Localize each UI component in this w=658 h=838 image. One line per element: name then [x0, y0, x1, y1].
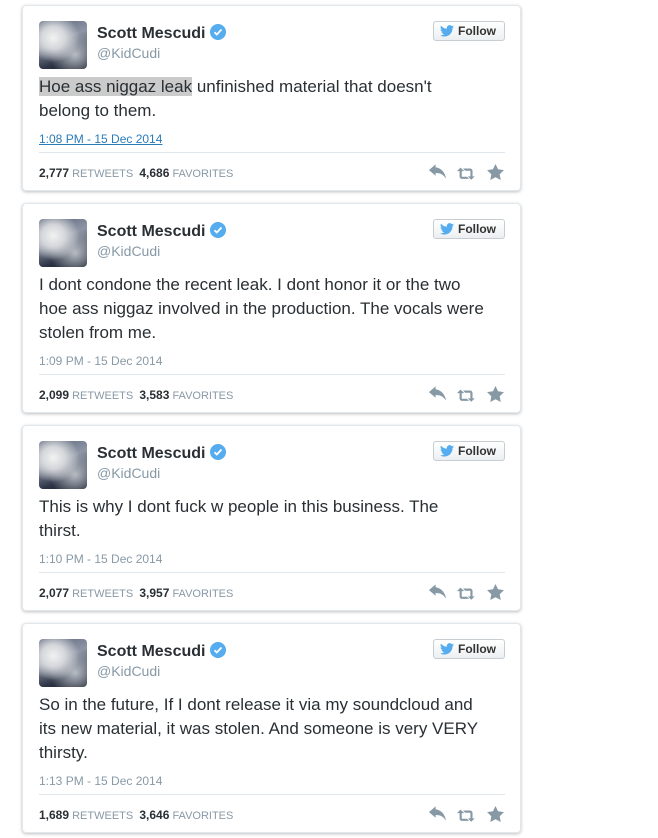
timestamp-link[interactable]: 1:13 PM - 15 Dec 2014 — [39, 774, 162, 788]
retweet-count[interactable]: 2,099 — [39, 388, 69, 402]
retweet-count[interactable]: 2,077 — [39, 586, 69, 600]
follow-button[interactable]: Follow — [433, 441, 505, 461]
verified-badge-icon — [210, 222, 227, 238]
author-handle[interactable]: @KidCudi — [97, 465, 160, 481]
avatar[interactable] — [39, 639, 87, 687]
tweet-stats: 1,689 RETWEETS 3,646 FAVORITES — [39, 808, 233, 822]
author-handle[interactable]: @KidCudi — [97, 243, 160, 259]
reply-icon[interactable] — [428, 164, 447, 180]
reply-icon[interactable] — [428, 386, 447, 402]
verified-badge-icon — [210, 642, 227, 658]
tweet-stats: 2,077 RETWEETS 3,957 FAVORITES — [39, 586, 233, 600]
favorites-label: FAVORITES — [172, 390, 234, 402]
author-handle[interactable]: @KidCudi — [97, 663, 160, 679]
divider — [39, 152, 505, 153]
verified-badge-icon — [210, 24, 227, 40]
favorites-label: FAVORITES — [172, 588, 234, 600]
author-name[interactable]: Scott Mescudi — [97, 24, 227, 43]
twitter-bird-icon — [440, 445, 454, 457]
divider — [39, 794, 505, 795]
tweet-text: I dont condone the recent leak. I dont h… — [39, 275, 484, 342]
divider — [39, 572, 505, 573]
avatar[interactable] — [39, 219, 87, 267]
highlighted-text: Hoe ass niggaz leak — [39, 77, 193, 96]
tweet-text: So in the future, If I dont release it v… — [39, 695, 478, 762]
retweets-label: RETWEETS — [72, 810, 134, 822]
favorite-count[interactable]: 3,646 — [139, 808, 169, 822]
retweets-label: RETWEETS — [72, 168, 134, 180]
follow-button[interactable]: Follow — [433, 21, 505, 41]
follow-label: Follow — [458, 642, 496, 656]
favorite-count[interactable]: 3,957 — [139, 586, 169, 600]
tweet-stats: 2,099 RETWEETS 3,583 FAVORITES — [39, 388, 233, 402]
author-handle[interactable]: @KidCudi — [97, 45, 160, 61]
avatar[interactable] — [39, 21, 87, 69]
verified-badge-icon — [210, 444, 227, 460]
favorite-star-icon[interactable] — [486, 806, 505, 822]
tweet-card: Scott Mescudi @KidCudi Follow So in the … — [22, 623, 521, 833]
tweet-actions — [428, 386, 505, 402]
favorite-star-icon[interactable] — [486, 386, 505, 402]
retweet-icon[interactable] — [457, 386, 476, 402]
author-name[interactable]: Scott Mescudi — [97, 444, 227, 463]
favorite-star-icon[interactable] — [486, 164, 505, 180]
retweet-icon[interactable] — [457, 584, 476, 600]
favorites-label: FAVORITES — [172, 810, 234, 822]
reply-icon[interactable] — [428, 584, 447, 600]
timestamp-link[interactable]: 1:08 PM - 15 Dec 2014 — [39, 132, 162, 146]
tweet-card: Scott Mescudi @KidCudi Follow I dont con… — [22, 203, 521, 413]
follow-label: Follow — [458, 444, 496, 458]
twitter-bird-icon — [440, 223, 454, 235]
retweet-count[interactable]: 1,689 — [39, 808, 69, 822]
timestamp-link[interactable]: 1:09 PM - 15 Dec 2014 — [39, 354, 162, 368]
reply-icon[interactable] — [428, 806, 447, 822]
author-name[interactable]: Scott Mescudi — [97, 222, 227, 241]
follow-label: Follow — [458, 24, 496, 38]
twitter-bird-icon — [440, 25, 454, 37]
tweet-actions — [428, 806, 505, 822]
follow-label: Follow — [458, 222, 496, 236]
divider — [39, 374, 505, 375]
favorite-count[interactable]: 3,583 — [139, 388, 169, 402]
favorite-star-icon[interactable] — [486, 584, 505, 600]
follow-button[interactable]: Follow — [433, 639, 505, 659]
twitter-bird-icon — [440, 643, 454, 655]
timestamp-link[interactable]: 1:10 PM - 15 Dec 2014 — [39, 552, 162, 566]
tweet-text: Hoe ass niggaz leak unfinished material … — [39, 75, 484, 123]
avatar[interactable] — [39, 441, 87, 489]
author-name[interactable]: Scott Mescudi — [97, 642, 227, 661]
tweet-actions — [428, 584, 505, 600]
tweet-text: This is why I dont fuck w people in this… — [39, 497, 439, 540]
tweet-card: Scott Mescudi @KidCudi Follow Hoe ass ni… — [22, 5, 521, 191]
retweets-label: RETWEETS — [72, 390, 134, 402]
retweet-count[interactable]: 2,777 — [39, 166, 69, 180]
favorite-count[interactable]: 4,686 — [139, 166, 169, 180]
tweet-actions — [428, 164, 505, 180]
tweet-card: Scott Mescudi @KidCudi Follow This is wh… — [22, 425, 521, 611]
retweets-label: RETWEETS — [72, 588, 134, 600]
favorites-label: FAVORITES — [172, 168, 234, 180]
retweet-icon[interactable] — [457, 164, 476, 180]
retweet-icon[interactable] — [457, 806, 476, 822]
follow-button[interactable]: Follow — [433, 219, 505, 239]
tweet-stats: 2,777 RETWEETS 4,686 FAVORITES — [39, 166, 233, 180]
